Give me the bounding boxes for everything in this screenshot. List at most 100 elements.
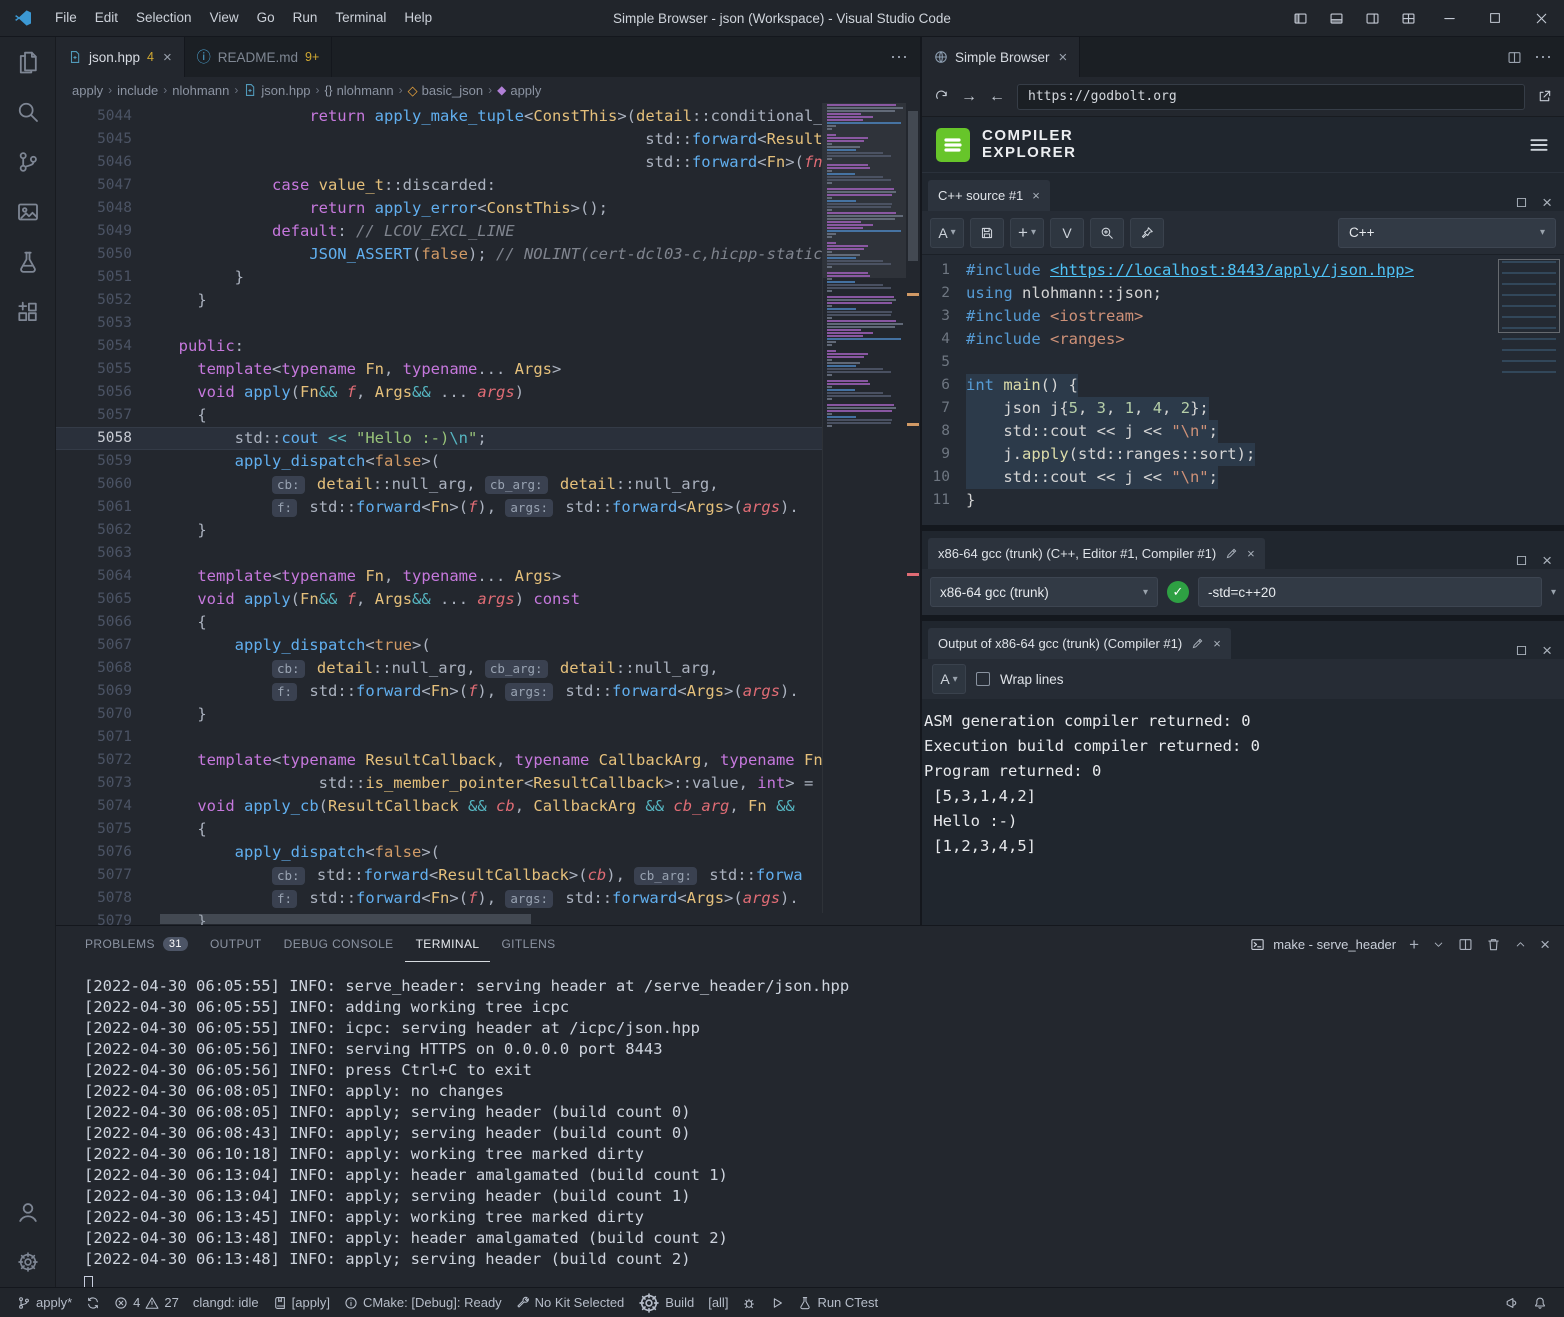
minimize-button[interactable] [1426,0,1472,36]
layout-customize-button[interactable] [1390,0,1426,36]
close-pane-button[interactable]: × [1542,552,1552,569]
close-icon[interactable]: × [1032,189,1040,202]
maximize-panel-button[interactable] [1514,938,1527,951]
branch-indicator[interactable]: apply* [10,1288,79,1317]
menu-file[interactable]: File [46,0,86,36]
breadcrumb-item[interactable]: apply [72,83,103,98]
breadcrumb-item[interactable]: nlohmann [172,83,229,98]
close-pane-button[interactable]: × [1542,194,1552,211]
code-line[interactable]: 5078 f: std::forward<Fn>(f), args: std::… [56,887,920,910]
layout-panel-button[interactable] [1318,0,1354,36]
breadcrumb-item[interactable]: {}nlohmann [325,83,394,98]
cmake-build-button[interactable]: Build [631,1288,701,1317]
back-button[interactable]: ← [989,89,1005,105]
source-code-line[interactable]: 6int main() { [922,374,1564,397]
code-line[interactable]: 5053 [56,312,920,335]
forward-button[interactable]: → [961,89,977,105]
more-icon[interactable]: ⋯ [890,48,908,66]
pin-button[interactable] [1130,218,1164,248]
cmake-launch-button[interactable] [763,1288,791,1317]
compiler-pane-tab[interactable]: x86-64 gcc (trunk) (C++, Editor #1, Comp… [928,538,1265,569]
code-line[interactable]: 5073 std::is_member_pointer<ResultCallba… [56,772,920,795]
activity-explorer[interactable] [0,37,56,87]
tab-readme-md[interactable]: ⓘREADME.md9+ [185,37,333,77]
maximize-pane-button[interactable] [1515,644,1528,657]
activity-account[interactable] [0,1187,56,1237]
open-external-button[interactable] [1537,89,1552,104]
code-line[interactable]: 5062 } [56,519,920,542]
activity-remote-explorer[interactable] [0,187,56,237]
pencil-icon[interactable] [1191,637,1204,650]
cmake-kit[interactable]: No Kit Selected [509,1288,632,1317]
split-terminal-button[interactable] [1458,937,1473,952]
activity-testing[interactable] [0,237,56,287]
code-line[interactable]: 5069 f: std::forward<Fn>(f), args: std::… [56,680,920,703]
source-code-line[interactable]: 9 j.apply(std::ranges::sort); [922,443,1564,466]
breadcrumb-item[interactable]: ◆apply [497,83,541,98]
cmake-status[interactable]: CMake: [Debug]: Ready [337,1288,509,1317]
hamburger-menu-icon[interactable] [1528,134,1550,156]
terminal[interactable]: [2022-04-30 06:05:55] INFO: serve_header… [56,962,1564,1287]
code-line[interactable]: 5045 std::forward<ResultCallback> [56,128,920,151]
code-line[interactable]: 5070 } [56,703,920,726]
code-line[interactable]: 5048 return apply_error<ConstThis>(); [56,197,920,220]
output-pane-tab[interactable]: Output of x86-64 gcc (trunk) (Compiler #… [928,628,1231,659]
chevron-down-icon[interactable]: ▾ [1551,587,1556,598]
source-code-line[interactable]: 8 std::cout << j << "\n"; [922,420,1564,443]
add-pane-button[interactable]: +▾ [1010,218,1044,248]
breadcrumb-item[interactable]: json.hpp [243,83,310,98]
reload-button[interactable] [934,89,949,104]
source-code-line[interactable]: 10 std::cout << j << "\n"; [922,466,1564,489]
code-line[interactable]: 5061 f: std::forward<Fn>(f), args: std::… [56,496,920,519]
code-line[interactable]: 5068 cb: detail::null_arg, cb_arg: detai… [56,657,920,680]
cmake-debug-button[interactable] [735,1288,763,1317]
wrap-lines-checkbox[interactable] [976,672,990,686]
cmake-build-target[interactable]: [all] [701,1288,735,1317]
more-icon[interactable]: ⋯ [1534,48,1552,66]
split-editor-icon[interactable] [1507,50,1522,65]
vim-button[interactable]: V [1050,218,1084,248]
minimap[interactable] [822,103,906,913]
activity-search[interactable] [0,87,56,137]
maximize-button[interactable] [1472,0,1518,36]
code-line[interactable]: 5074 void apply_cb(ResultCallback && cb,… [56,795,920,818]
code-line[interactable]: 5047 case value_t::discarded: [56,174,920,197]
code-line[interactable]: 5057 { [56,404,920,427]
code-line[interactable]: 5056 void apply(Fn&& f, Args&& ... args) [56,381,920,404]
feedback-button[interactable] [1498,1288,1526,1317]
code-line[interactable]: 5044 return apply_make_tuple<ConstThis>(… [56,105,920,128]
code-line[interactable]: 5071 [56,726,920,749]
source-code-line[interactable]: 4#include <ranges> [922,328,1564,351]
code-line[interactable]: 5064 template<typename Fn, typename... A… [56,565,920,588]
code-line[interactable]: 5076 apply_dispatch<false>( [56,841,920,864]
breadcrumb-item[interactable]: ◇basic_json [408,83,483,98]
save-button[interactable] [970,218,1004,248]
activity-extensions[interactable] [0,287,56,337]
panel-tab-output[interactable]: OUTPUT [199,926,273,962]
code-line[interactable]: 5058 std::cout << "Hello :-)\n"; [56,427,920,450]
code-line[interactable]: 5067 apply_dispatch<true>( [56,634,920,657]
terminal-picker[interactable]: make - serve_header [1250,937,1396,952]
close-pane-button[interactable]: × [1542,642,1552,659]
source-pane-tab[interactable]: C++ source #1 × [928,180,1050,211]
tab-json-hpp[interactable]: json.hpp4× [56,37,185,77]
cmake-project[interactable]: [apply] [266,1288,337,1317]
source-code-line[interactable]: 11} [922,489,1564,512]
ctest-button[interactable]: Run CTest [791,1288,885,1317]
close-win-button[interactable] [1518,0,1564,36]
close-icon[interactable]: × [1247,547,1255,560]
code-line[interactable]: 5065 void apply(Fn&& f, Args&& ... args)… [56,588,920,611]
kill-terminal-button[interactable] [1486,937,1501,952]
notifications-button[interactable] [1526,1288,1554,1317]
menu-selection[interactable]: Selection [127,0,201,36]
code-line[interactable]: 5075 { [56,818,920,841]
code-line[interactable]: 5066 { [56,611,920,634]
tab-simple-browser[interactable]: Simple Browser × [922,37,1080,77]
code-line[interactable]: 5077 cb: std::forward<ResultCallback>(cb… [56,864,920,887]
source-code-editor[interactable]: 1#include <https://localhost:8443/apply/… [922,255,1564,525]
source-minimap-slider[interactable] [1498,259,1560,333]
font-size-button[interactable]: A▾ [930,218,964,248]
sync-button[interactable] [79,1288,107,1317]
close-icon[interactable]: × [1059,49,1068,66]
code-line[interactable]: 5046 std::forward<Fn>(fn) [56,151,920,174]
